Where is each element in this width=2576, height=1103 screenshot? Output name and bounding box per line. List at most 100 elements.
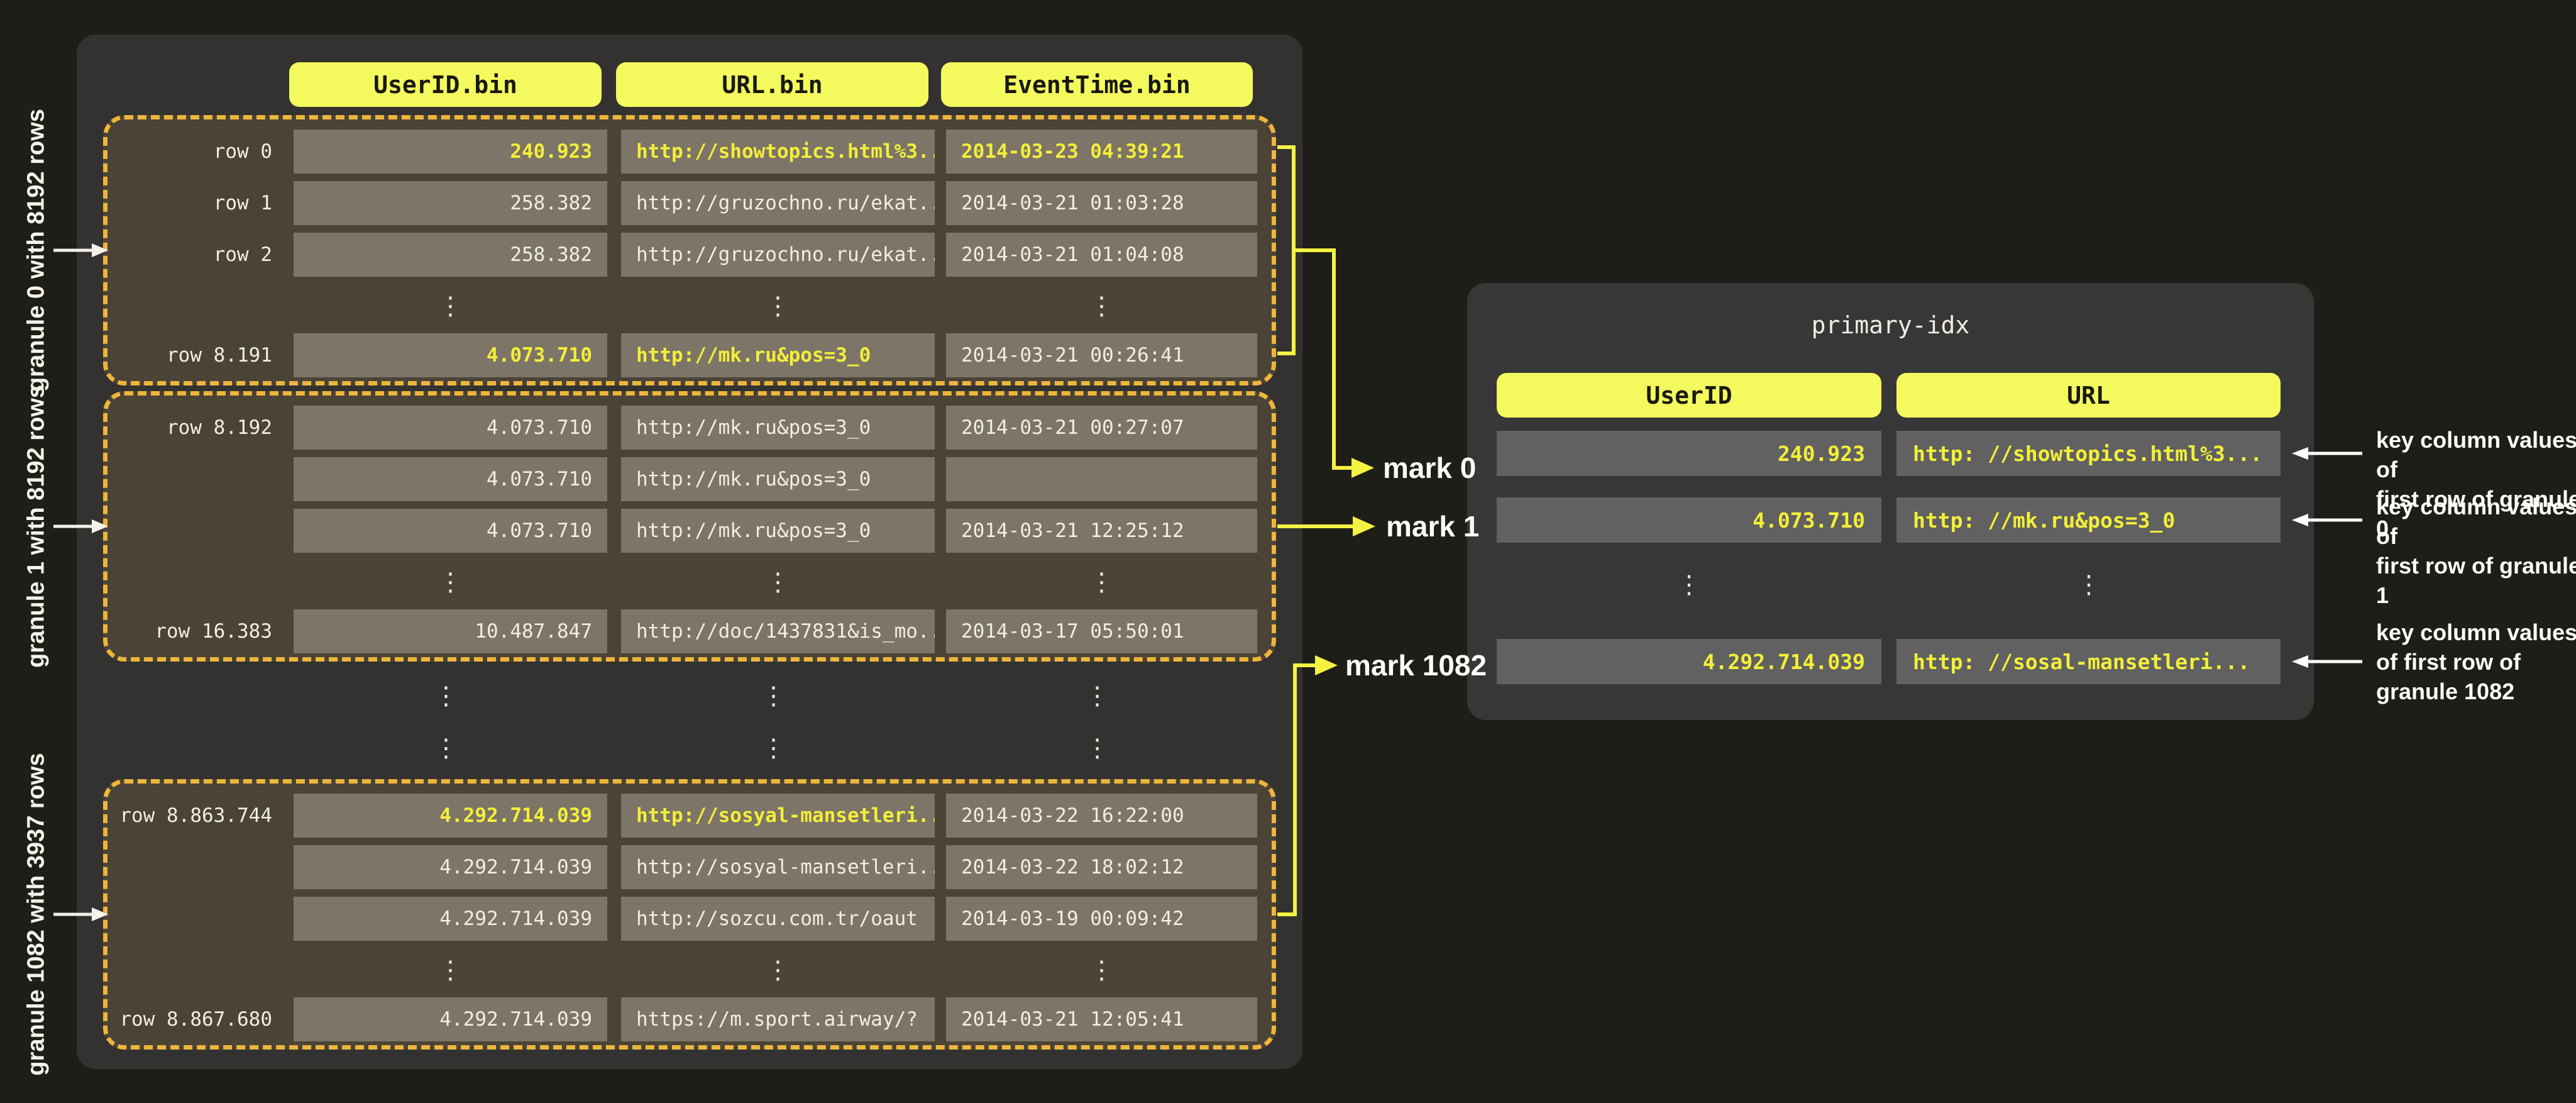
url-cell: https://m.sport.airway/? bbox=[621, 997, 935, 1041]
table-row: 4.292.714.039 http://sozcu.com.tr/oaut 2… bbox=[107, 897, 1272, 941]
arrowhead-right-icon bbox=[1315, 655, 1338, 675]
ellipsis: ⋮ bbox=[946, 284, 1257, 328]
row-label: row 8.192 bbox=[107, 406, 282, 450]
granule-1-label: granule 1 with 8192 rows bbox=[23, 385, 50, 668]
arrowhead-right-icon bbox=[1351, 458, 1374, 478]
row-label bbox=[107, 457, 282, 501]
url-cell: http://doc/1437831&is_mo... bbox=[621, 609, 935, 653]
table-row: 4.073.710 http://mk.ru&pos=3_0 bbox=[107, 457, 1272, 501]
url-cell: http://gruzochno.ru/ekat... bbox=[621, 181, 935, 225]
table-row: row 8.191 4.073.710 http://mk.ru&pos=3_0… bbox=[107, 333, 1272, 377]
url-cell: http://mk.ru&pos=3_0 bbox=[621, 406, 935, 450]
granule-0-label: granule 0 with 8192 rows bbox=[23, 109, 50, 392]
url-cell: http://sosyal-mansetleri... bbox=[621, 794, 935, 838]
column-header-label: URL.bin bbox=[722, 71, 822, 99]
ellipsis: ⋮ bbox=[289, 726, 603, 770]
userid-cell: 258.382 bbox=[294, 233, 607, 277]
ellipsis: ⋮ bbox=[617, 726, 930, 770]
diagram-clickhouse-primary-index: UserID.bin URL.bin EventTime.bin row 0 2… bbox=[0, 0, 2576, 1103]
table-row: row 8.867.680 4.292.714.039 https://m.sp… bbox=[107, 997, 1272, 1041]
granule-1082-box: row 8.863.744 4.292.714.039 http://sosya… bbox=[103, 779, 1276, 1050]
userid-cell: 4.292.714.039 bbox=[294, 897, 607, 941]
userid-cell: 4.073.710 bbox=[294, 509, 607, 553]
index-url-cell: http: //showtopics.html%3... bbox=[1896, 431, 2281, 476]
ellipsis-row: ⋮ ⋮ ⋮ bbox=[107, 948, 1272, 992]
eventtime-cell: 2014-03-22 18:02:12 bbox=[946, 845, 1257, 889]
ellipsis: ⋮ bbox=[942, 726, 1253, 770]
ellipsis-row: ⋮ ⋮ ⋮ bbox=[103, 726, 1276, 764]
column-header-label: URL bbox=[2067, 382, 2110, 409]
column-header-userid-bin: UserID.bin bbox=[289, 62, 602, 107]
row-label bbox=[107, 897, 282, 941]
table-row: row 16.383 10.487.847 http://doc/1437831… bbox=[107, 609, 1272, 653]
column-header-eventtime-bin: EventTime.bin bbox=[941, 62, 1253, 107]
ellipsis: ⋮ bbox=[621, 948, 935, 992]
ellipsis: ⋮ bbox=[1497, 566, 1881, 604]
ellipsis-row: ⋮ ⋮ ⋮ bbox=[107, 560, 1272, 604]
row-label bbox=[107, 845, 282, 889]
primary-index-title: primary-idx bbox=[1467, 311, 2314, 339]
row-label: row 8.867.680 bbox=[107, 997, 282, 1041]
mark-1082-label: mark 1082 bbox=[1345, 648, 1487, 682]
userid-cell: 4.292.714.039 bbox=[294, 794, 607, 838]
index-userid-cell: 4.292.714.039 bbox=[1497, 639, 1881, 684]
table-row: row 8.192 4.073.710 http://mk.ru&pos=3_0… bbox=[107, 406, 1272, 450]
table-row: row 1 258.382 http://gruzochno.ru/ekat..… bbox=[107, 181, 1272, 225]
index-column-header-url: URL bbox=[1896, 373, 2281, 418]
eventtime-cell: 2014-03-22 16:22:00 bbox=[946, 794, 1257, 838]
url-cell: http://mk.ru&pos=3_0 bbox=[621, 333, 935, 377]
ellipsis: ⋮ bbox=[621, 284, 935, 328]
row-label: row 1 bbox=[107, 181, 282, 225]
index-url-cell: http: //sosal-mansetleri... bbox=[1896, 639, 2281, 684]
index-url-cell: http: //mk.ru&pos=3_0 bbox=[1896, 497, 2281, 543]
ellipsis: ⋮ bbox=[289, 674, 603, 718]
granule-1082-label: granule 1082 with 3937 rows bbox=[23, 753, 50, 1075]
eventtime-cell: 2014-03-23 04:39:21 bbox=[946, 130, 1257, 174]
granule-1-box: row 8.192 4.073.710 http://mk.ru&pos=3_0… bbox=[103, 391, 1276, 662]
userid-cell: 4.292.714.039 bbox=[294, 997, 607, 1041]
userid-cell: 10.487.847 bbox=[294, 609, 607, 653]
ellipsis: ⋮ bbox=[294, 948, 607, 992]
row-label bbox=[107, 509, 282, 553]
eventtime-cell: 2014-03-21 12:05:41 bbox=[946, 997, 1257, 1041]
ellipsis-row: ⋮ ⋮ ⋮ bbox=[107, 284, 1272, 328]
eventtime-cell: 2014-03-21 00:27:07 bbox=[946, 406, 1257, 450]
url-cell: http://mk.ru&pos=3_0 bbox=[621, 509, 935, 553]
index-userid-cell: 4.073.710 bbox=[1497, 497, 1881, 543]
mark-0-label: mark 0 bbox=[1383, 451, 1476, 485]
table-row: row 0 240.923 http://showtopics.html%3..… bbox=[107, 130, 1272, 174]
column-header-url-bin: URL.bin bbox=[616, 62, 928, 107]
index-userid-cell: 240.923 bbox=[1497, 431, 1881, 476]
row-label: row 2 bbox=[107, 233, 282, 277]
ellipsis: ⋮ bbox=[946, 948, 1257, 992]
eventtime-cell-empty bbox=[946, 457, 1257, 501]
column-header-label: UserID bbox=[1646, 382, 1732, 409]
row-label: row 8.863.744 bbox=[107, 794, 282, 838]
table-row: row 8.863.744 4.292.714.039 http://sosya… bbox=[107, 794, 1272, 838]
userid-cell: 4.073.710 bbox=[294, 406, 607, 450]
userid-cell: 4.292.714.039 bbox=[294, 845, 607, 889]
userid-cell: 4.073.710 bbox=[294, 457, 607, 501]
granule-0-box: row 0 240.923 http://showtopics.html%3..… bbox=[103, 115, 1276, 385]
userid-cell: 4.073.710 bbox=[294, 333, 607, 377]
ellipsis-row: ⋮ ⋮ ⋮ bbox=[103, 674, 1276, 712]
row-label: row 16.383 bbox=[107, 609, 282, 653]
ellipsis: ⋮ bbox=[617, 674, 930, 718]
userid-cell: 240.923 bbox=[294, 130, 607, 174]
table-row: 4.292.714.039 http://sosyal-mansetleri..… bbox=[107, 845, 1272, 889]
eventtime-cell: 2014-03-21 00:26:41 bbox=[946, 333, 1257, 377]
eventtime-cell: 2014-03-21 01:04:08 bbox=[946, 233, 1257, 277]
index-column-header-userid: UserID bbox=[1497, 373, 1881, 418]
ellipsis: ⋮ bbox=[942, 674, 1253, 718]
ellipsis: ⋮ bbox=[294, 284, 607, 328]
ellipsis: ⋮ bbox=[294, 560, 607, 604]
url-cell: http://mk.ru&pos=3_0 bbox=[621, 457, 935, 501]
eventtime-cell: 2014-03-21 01:03:28 bbox=[946, 181, 1257, 225]
row-label: row 8.191 bbox=[107, 333, 282, 377]
ellipsis: ⋮ bbox=[621, 560, 935, 604]
table-row: 4.073.710 http://mk.ru&pos=3_0 2014-03-2… bbox=[107, 509, 1272, 553]
eventtime-cell: 2014-03-17 05:50:01 bbox=[946, 609, 1257, 653]
url-cell: http://showtopics.html%3... bbox=[621, 130, 935, 174]
url-cell: http://sosyal-mansetleri... bbox=[621, 845, 935, 889]
arrowhead-right-icon bbox=[1353, 516, 1375, 536]
